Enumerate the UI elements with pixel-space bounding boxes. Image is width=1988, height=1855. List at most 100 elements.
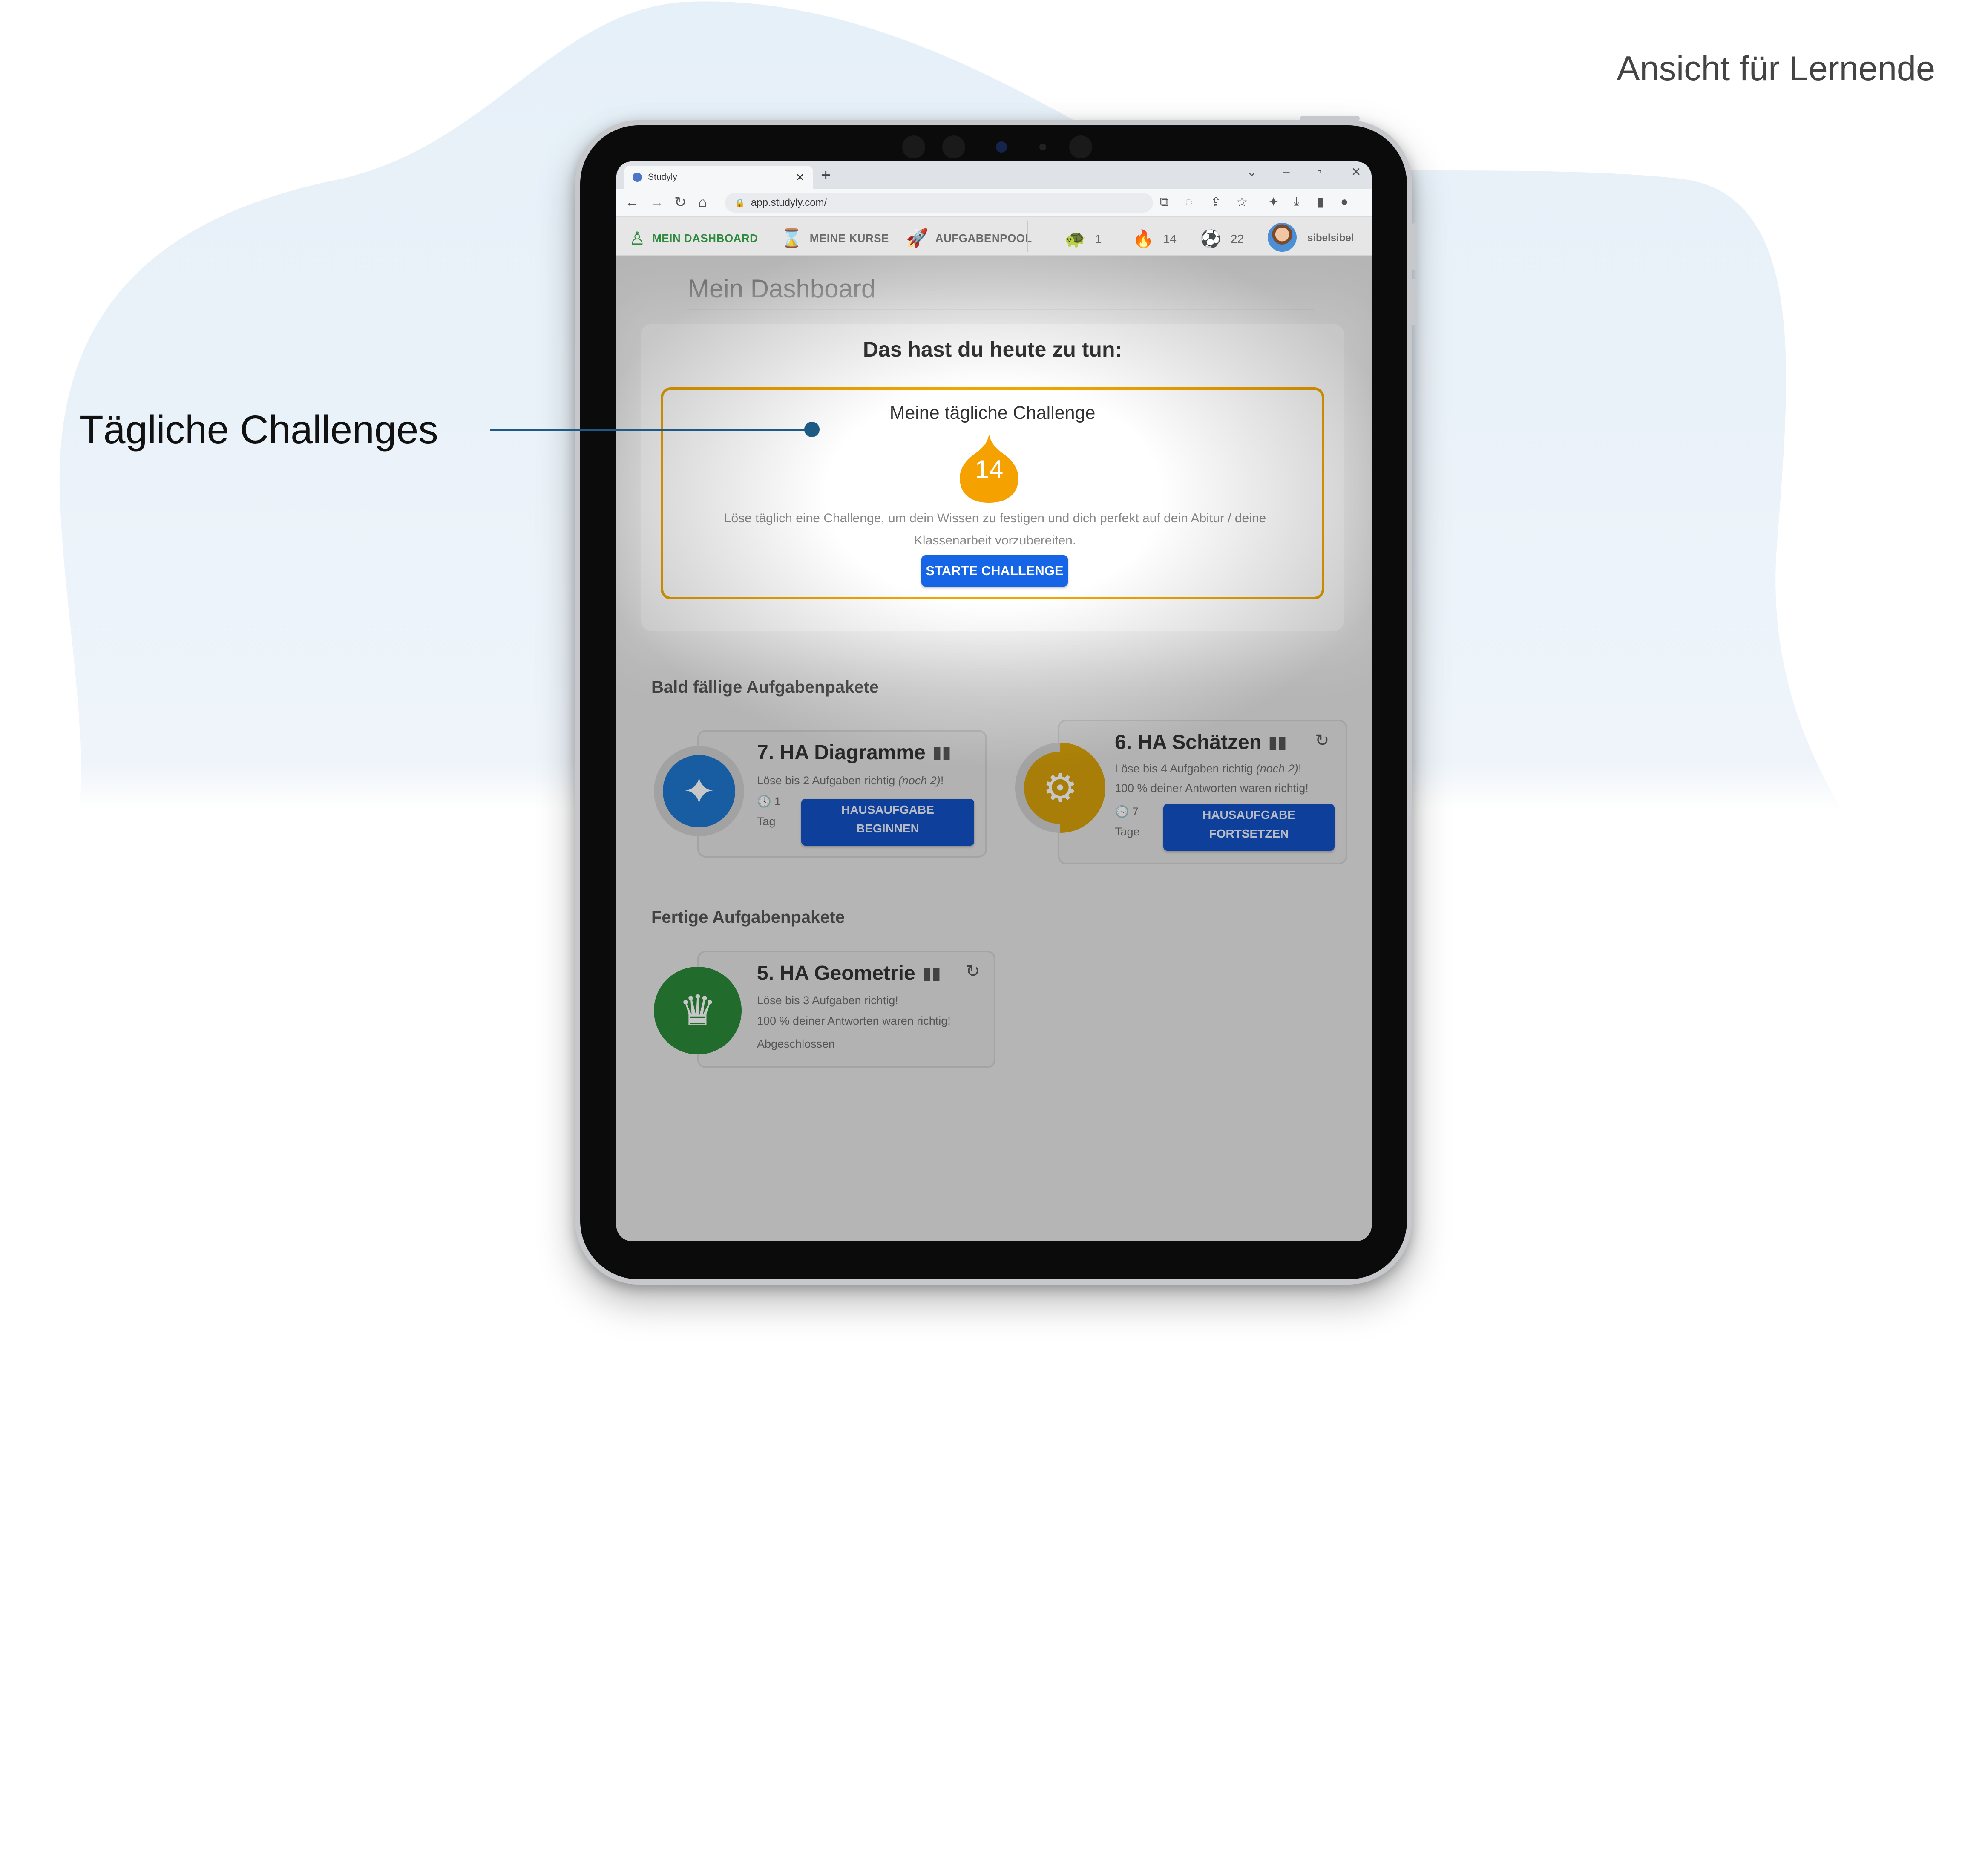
- extensions-puzzle-icon[interactable]: ✦: [1268, 195, 1279, 210]
- start-homework-button[interactable]: HAUSAUFGABE BEGINNEN: [801, 799, 974, 846]
- task-name: 5. HA Geometrie: [757, 962, 915, 985]
- button-line: HAUSAUFGABE: [1203, 808, 1295, 821]
- task-progress-ring: ✦: [654, 746, 744, 836]
- clock-icon: 🕓: [1115, 805, 1129, 818]
- browser-toolbar: ← → ↻ ⌂ 🔒 app.studyly.com/ ⧉ ◌ ⇪ ☆ ✦ ⤓ ▮…: [616, 189, 1372, 217]
- nav-item-label: AUFGABENPOOL: [935, 232, 1032, 245]
- task-deadline-value: 7: [1132, 805, 1139, 818]
- browser-tab[interactable]: Studyly ✕: [624, 166, 813, 189]
- back-arrow-icon[interactable]: ←: [625, 194, 639, 210]
- eye-off-icon[interactable]: ◌: [1185, 195, 1193, 209]
- start-challenge-button[interactable]: STARTE CHALLENGE: [921, 555, 1068, 587]
- book-icon: ▮▮: [922, 964, 941, 982]
- forward-arrow-icon[interactable]: →: [650, 194, 664, 210]
- challenge-title: Meine tägliche Challenge: [889, 403, 1096, 423]
- address-bar[interactable]: 🔒 app.studyly.com/: [725, 193, 1153, 213]
- task-goal: Löse bis 4 Aufgaben richtig (noch 2)!: [1115, 762, 1301, 775]
- task-card[interactable]: 5. HA Geometrie ▮▮ ↻ Löse bis 3 Aufgaben…: [697, 951, 995, 1068]
- view-label: Ansicht für Lernende: [1617, 49, 1935, 88]
- bookmark-star-icon[interactable]: ☆: [1236, 195, 1248, 210]
- task-goal-note: (noch 2): [898, 774, 941, 787]
- maximize-icon[interactable]: ▫: [1317, 165, 1321, 179]
- task-goal-text: Löse bis 4 Aufgaben richtig: [1115, 762, 1253, 775]
- challenge-description: Löse täglich eine Challenge, um dein Wis…: [724, 511, 1266, 547]
- studyly-favicon-icon: [633, 173, 642, 182]
- close-window-icon[interactable]: ✕: [1351, 165, 1361, 179]
- task-deadline: 🕓 7: [1115, 805, 1139, 818]
- nav-item-label: MEIN DASHBOARD: [652, 232, 758, 245]
- continue-homework-button[interactable]: HAUSAUFGABE FORTSETZEN: [1163, 804, 1335, 851]
- challenge-streak: 14: [975, 455, 1004, 484]
- user-icon: ♙: [629, 228, 646, 248]
- volume-down-button[interactable]: [1411, 279, 1416, 325]
- retry-icon[interactable]: ↻: [966, 962, 980, 981]
- task-result: 100 % deiner Antworten waren richtig!: [1115, 782, 1309, 795]
- sparkles-icon: ✦: [663, 755, 735, 827]
- new-tab-button[interactable]: +: [821, 166, 831, 185]
- flame-icon: 🔥: [1133, 230, 1154, 248]
- volume-up-button[interactable]: [1411, 223, 1416, 270]
- turtle-icon: 🐢: [1064, 230, 1086, 248]
- due-section-title: Bald fällige Aufgabenpakete: [651, 678, 879, 697]
- share-icon[interactable]: ⇪: [1211, 195, 1221, 210]
- avatar[interactable]: [1268, 223, 1297, 252]
- stat-value: 14: [1163, 232, 1177, 245]
- browser-tab-strip: Studyly ✕ + ⌄ – ▫ ✕: [616, 161, 1372, 189]
- minimize-icon[interactable]: –: [1283, 165, 1290, 179]
- url-text: app.studyly.com/: [751, 197, 827, 208]
- camera-icon: [996, 141, 1007, 153]
- sensor-icon: [902, 135, 925, 158]
- button-line: HAUSAUFGABE: [841, 803, 934, 816]
- rocket-icon: 🚀: [906, 228, 929, 248]
- callout-line: [490, 429, 814, 431]
- sensor-icon: [942, 135, 965, 158]
- app-navigation: ♙ MEIN DASHBOARD ⌛ MEINE KURSE 🚀 AUFGABE…: [616, 217, 1372, 256]
- sensor-icon: [1039, 144, 1046, 150]
- stat-value: 22: [1230, 232, 1244, 245]
- task-name: 7. HA Diagramme: [757, 741, 926, 764]
- install-app-icon[interactable]: ⧉: [1159, 195, 1168, 209]
- stat-points: ⚽ 22: [1200, 229, 1244, 249]
- tablet-screen: Studyly ✕ + ⌄ – ▫ ✕ ← → ↻ ⌂ 🔒 app.studyl…: [616, 161, 1372, 1241]
- stat-streak: 🔥 14: [1133, 229, 1177, 249]
- task-deadline-unit: Tag: [757, 815, 776, 828]
- title-divider: [688, 309, 1314, 310]
- nav-item-aufgabenpool[interactable]: 🚀 AUFGABENPOOL: [906, 228, 1032, 249]
- stat-value: 1: [1095, 232, 1102, 245]
- nav-divider: [1027, 221, 1028, 252]
- clock-icon: 🕓: [757, 795, 771, 808]
- page-title: Mein Dashboard: [688, 274, 876, 303]
- nav-item-dashboard[interactable]: ♙ MEIN DASHBOARD: [629, 228, 758, 249]
- task-goal-end: !: [940, 774, 944, 787]
- task-name: 6. HA Schätzen: [1115, 731, 1262, 754]
- gears-icon: ⚙: [1024, 752, 1096, 824]
- callout-label: Tägliche Challenges: [79, 407, 438, 452]
- nav-item-label: MEINE KURSE: [809, 232, 889, 245]
- daily-challenge-box: Meine tägliche Challenge 14 Löse täglich…: [661, 387, 1324, 599]
- side-panel-icon[interactable]: ▮: [1317, 195, 1324, 210]
- home-icon[interactable]: ⌂: [698, 194, 707, 210]
- nav-item-courses[interactable]: ⌛ MEINE KURSE: [780, 228, 889, 249]
- close-tab-icon[interactable]: ✕: [795, 171, 805, 184]
- download-icon[interactable]: ⤓: [1294, 195, 1299, 209]
- task-progress-ring: ⚙: [1015, 743, 1105, 833]
- task-goal: Löse bis 2 Aufgaben richtig (noch 2)!: [757, 774, 944, 787]
- retry-icon[interactable]: ↻: [1315, 731, 1329, 750]
- power-button[interactable]: [1300, 116, 1360, 121]
- done-section-title: Fertige Aufgabenpakete: [651, 908, 845, 927]
- task-deadline: 🕓 1: [757, 795, 781, 808]
- task-status: Abgeschlossen: [757, 1037, 835, 1050]
- task-goal-text: Löse bis 2 Aufgaben richtig: [757, 774, 895, 787]
- lock-icon: 🔒: [734, 198, 745, 208]
- ball-icon: ⚽: [1200, 230, 1221, 248]
- today-title: Das hast du heute zu tun:: [863, 337, 1122, 361]
- reload-icon[interactable]: ↻: [674, 194, 687, 211]
- task-goal-end: !: [1298, 762, 1302, 775]
- book-icon: ▮▮: [1268, 733, 1287, 752]
- callout-dot: [804, 422, 820, 437]
- username[interactable]: sibelsibel: [1307, 232, 1354, 244]
- book-icon: ▮▮: [932, 743, 952, 762]
- profile-icon[interactable]: ●: [1341, 195, 1348, 209]
- tab-search-chevron-icon[interactable]: ⌄: [1247, 165, 1257, 179]
- stat-turtle: 🐢 1: [1064, 229, 1102, 249]
